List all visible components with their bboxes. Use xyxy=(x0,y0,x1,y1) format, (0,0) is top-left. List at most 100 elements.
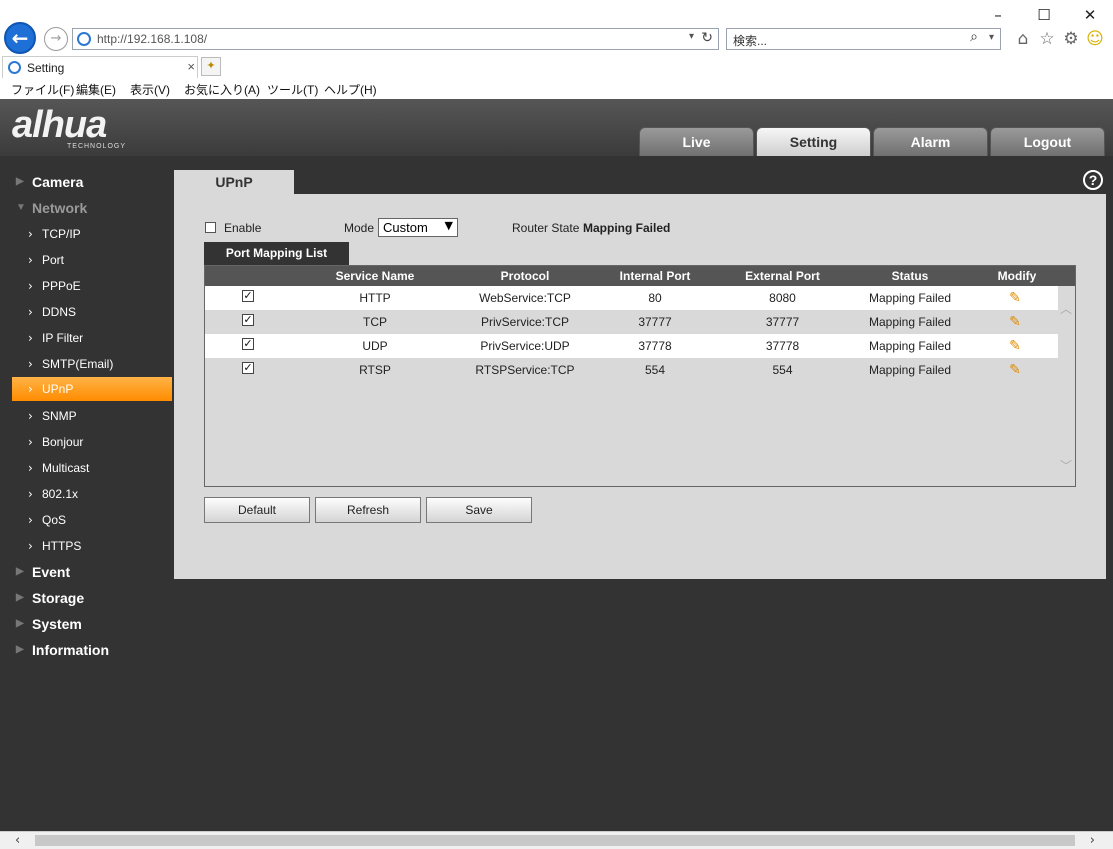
tab-live[interactable]: Live xyxy=(639,127,754,156)
tab-logout[interactable]: Logout xyxy=(990,127,1105,156)
sidebar-item-label: DDNS xyxy=(42,305,77,319)
pencil-edit-icon[interactable]: ✎ xyxy=(1007,334,1023,358)
scroll-down-icon[interactable]: ﹀ xyxy=(1060,457,1072,474)
tab-setting[interactable]: Setting xyxy=(756,127,871,156)
default-button[interactable]: Default xyxy=(204,497,310,523)
pencil-edit-icon[interactable]: ✎ xyxy=(1007,310,1023,334)
refresh-icon[interactable]: ↻ xyxy=(701,30,713,46)
sidebar-item-ddns[interactable]: › DDNS xyxy=(12,300,172,324)
row-checkbox[interactable]: ✓ xyxy=(242,314,254,326)
search-icon[interactable]: ⌕ xyxy=(970,29,978,45)
save-button[interactable]: Save xyxy=(426,497,532,523)
gear-icon[interactable]: ⚙ xyxy=(1060,28,1082,50)
sidebar-item-snmp[interactable]: › SNMP xyxy=(12,404,172,428)
table-row: ✓ UDP PrivService:UDP 37778 37778 Mappin… xyxy=(205,334,1058,358)
sidebar-item-8021x[interactable]: › 802.1x xyxy=(12,482,172,506)
enable-checkbox[interactable] xyxy=(205,222,216,233)
sidebar-item-upnp[interactable]: › UPnP xyxy=(12,377,172,401)
port-mapping-list-tab[interactable]: Port Mapping List xyxy=(204,242,349,265)
page-tab-upnp[interactable]: UPnP xyxy=(174,170,294,195)
pencil-edit-icon[interactable]: ✎ xyxy=(1007,358,1023,382)
back-arrow-icon[interactable]: ← xyxy=(4,22,36,54)
cell-service: TCP xyxy=(363,315,387,329)
sidebar-category-label: System xyxy=(32,616,82,632)
router-state-value: Mapping Failed xyxy=(583,221,671,235)
menu-bar: ファイル(F) 編集(E) 表示(V) お気に入り(A) ツール(T) ヘルプ(… xyxy=(0,78,1113,100)
sidebar-item-port[interactable]: › Port xyxy=(12,248,172,272)
enable-label: Enable xyxy=(224,221,262,235)
sidebar-item-label: Multicast xyxy=(42,461,90,475)
menu-edit[interactable]: 編集(E) xyxy=(76,81,116,98)
horizontal-scrollbar[interactable]: ‹ › xyxy=(0,831,1113,849)
scroll-up-icon[interactable]: ︿ xyxy=(1060,300,1072,317)
sidebar-item-bonjour[interactable]: › Bonjour xyxy=(12,430,172,454)
menu-tools[interactable]: ツール(T) xyxy=(267,81,318,98)
close-window-icon[interactable]: ✕ xyxy=(1075,4,1105,26)
sidebar-category-network[interactable]: ▼ Network xyxy=(0,195,174,221)
sidebar-item-label: SNMP xyxy=(42,409,77,423)
ie-logo-icon xyxy=(77,32,91,46)
collapsed-arrow-icon: ▶ xyxy=(16,644,24,655)
sidebar-category-event[interactable]: ▶ Event xyxy=(0,559,174,585)
menu-file[interactable]: ファイル(F) xyxy=(11,81,74,98)
collapsed-arrow-icon: ▶ xyxy=(16,618,24,629)
sidebar-item-https[interactable]: › HTTPS xyxy=(12,534,172,558)
sidebar-item-tcpip[interactable]: › TCP/IP xyxy=(12,222,172,246)
menu-view[interactable]: 表示(V) xyxy=(130,81,170,98)
sidebar-category-camera[interactable]: ▶ Camera xyxy=(0,169,174,195)
column-header: Modify xyxy=(997,269,1037,283)
browser-tab-setting[interactable]: Setting × xyxy=(2,56,198,78)
chevron-right-icon: › xyxy=(28,409,33,423)
menu-favorites[interactable]: お気に入り(A) xyxy=(184,81,260,98)
maximize-icon[interactable]: ☐ xyxy=(1029,4,1059,26)
chevron-right-icon: › xyxy=(28,227,33,241)
search-placeholder: 検索... xyxy=(733,34,768,48)
close-tab-icon[interactable]: × xyxy=(187,59,195,74)
home-icon[interactable]: ⌂ xyxy=(1012,28,1034,50)
cell-protocol: PrivService:TCP xyxy=(480,315,569,329)
scroll-left-icon[interactable]: ‹ xyxy=(15,833,20,848)
sidebar-item-multicast[interactable]: › Multicast xyxy=(12,456,172,480)
url-text: http://192.168.1.108/ xyxy=(97,32,208,46)
cell-protocol: RTSPService:TCP xyxy=(475,363,575,377)
sidebar-item-qos[interactable]: › QoS xyxy=(12,508,172,532)
cell-internal-port: 554 xyxy=(644,363,666,377)
menu-help[interactable]: ヘルプ(H) xyxy=(324,81,377,98)
sidebar-category-storage[interactable]: ▶ Storage xyxy=(0,585,174,611)
scrollbar-thumb[interactable] xyxy=(35,835,1075,846)
mode-select[interactable]: Custom ▼ xyxy=(378,218,458,237)
favorites-star-icon[interactable]: ☆ xyxy=(1036,28,1058,50)
logo-subtitle: TECHNOLOGY xyxy=(67,143,127,150)
sidebar-category-system[interactable]: ▶ System xyxy=(0,611,174,637)
sidebar-category-label: Event xyxy=(32,564,71,580)
search-dropdown-icon[interactable]: ▾ xyxy=(989,32,994,43)
sidebar-item-smtp[interactable]: › SMTP(Email) xyxy=(12,352,172,376)
address-bar[interactable]: http://192.168.1.108/ ▾ ↻ xyxy=(72,28,719,50)
sidebar-item-label: Bonjour xyxy=(42,435,84,449)
row-checkbox[interactable]: ✓ xyxy=(242,290,254,302)
chevron-right-icon: › xyxy=(28,461,33,475)
chevron-right-icon: › xyxy=(28,513,33,527)
address-dropdown-icon[interactable]: ▾ xyxy=(689,31,694,42)
refresh-button[interactable]: Refresh xyxy=(315,497,421,523)
scroll-right-icon[interactable]: › xyxy=(1090,833,1095,848)
browser-tab-title: Setting xyxy=(27,61,65,75)
forward-arrow-icon[interactable]: → xyxy=(44,27,68,51)
pencil-edit-icon[interactable]: ✎ xyxy=(1007,286,1023,310)
smiley-feedback-icon[interactable]: ☺ xyxy=(1084,28,1106,50)
sidebar-item-ip-filter[interactable]: › IP Filter xyxy=(12,326,172,350)
sidebar-category-label: Storage xyxy=(32,590,85,606)
minimize-icon[interactable]: – xyxy=(983,4,1013,26)
row-checkbox[interactable]: ✓ xyxy=(242,338,254,350)
help-icon[interactable]: ? xyxy=(1083,170,1103,190)
sidebar-item-pppoe[interactable]: › PPPoE xyxy=(12,274,172,298)
browser-search-input[interactable]: 検索... ⌕ ▾ xyxy=(726,28,1001,50)
new-tab-icon[interactable]: ✦ xyxy=(201,57,221,76)
row-checkbox[interactable]: ✓ xyxy=(242,362,254,374)
tab-alarm[interactable]: Alarm xyxy=(873,127,988,156)
cell-status: Mapping Failed xyxy=(868,339,952,353)
cell-status: Mapping Failed xyxy=(868,315,952,329)
cell-protocol: WebService:TCP xyxy=(479,291,571,305)
sidebar-category-information[interactable]: ▶ Information xyxy=(0,637,174,663)
collapsed-arrow-icon: ▶ xyxy=(16,592,24,603)
